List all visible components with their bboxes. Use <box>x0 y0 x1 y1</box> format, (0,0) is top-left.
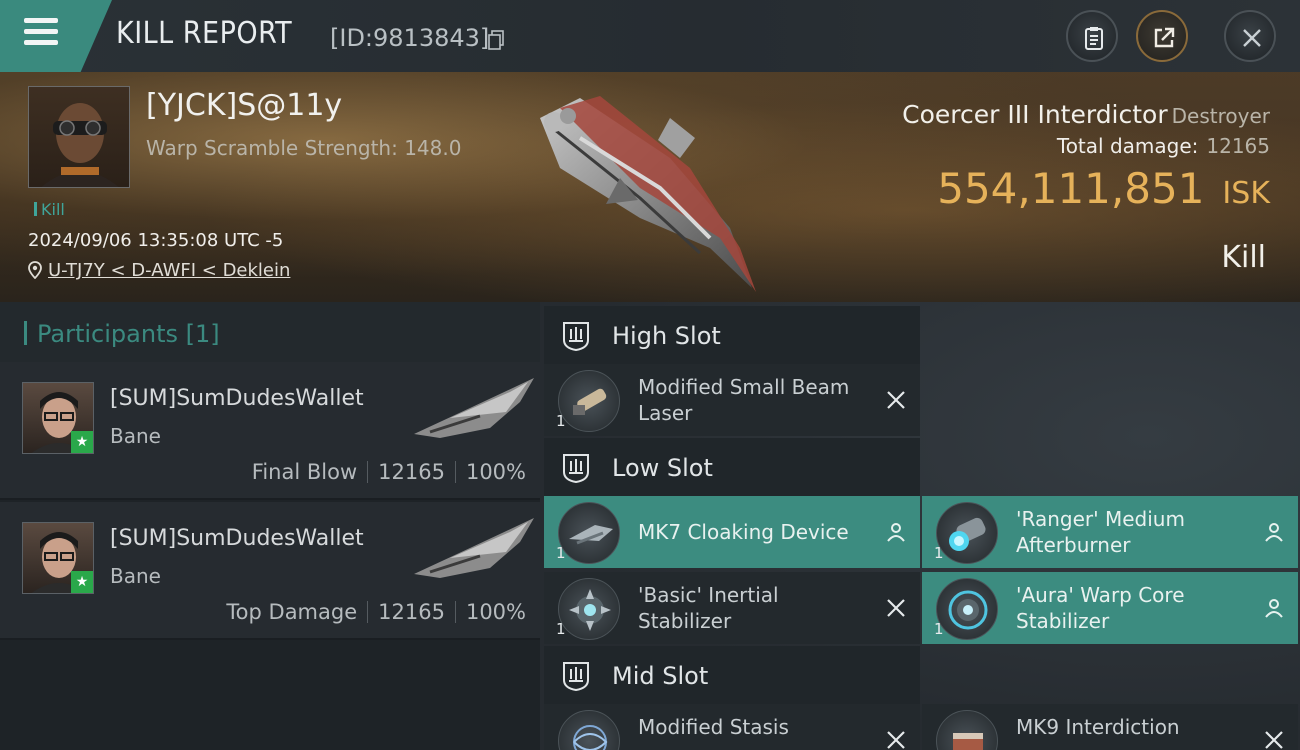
module-item[interactable]: 1 Modified Stasis <box>544 704 920 750</box>
module-name: MK7 Cloaking Device <box>638 520 849 544</box>
module-item[interactable]: 1 MK9 Interdiction <box>922 704 1298 750</box>
total-damage: Total damage: 12165 <box>1056 134 1270 158</box>
participant-ship: Bane <box>110 564 161 588</box>
participant-percent: 100% <box>465 460 526 484</box>
hamburger-menu-icon[interactable] <box>24 18 58 46</box>
star-icon: ★ <box>71 571 93 593</box>
participant-role: Final Blow <box>251 460 358 484</box>
dropped-person-icon <box>1265 523 1283 542</box>
stasis-web-icon <box>558 710 620 750</box>
participant-name: [SUM]SumDudesWallet <box>110 526 364 551</box>
participant-row[interactable]: ★ [SUM]SumDudesWallet Bane Final Blow 121… <box>0 362 540 500</box>
afterburner-icon <box>936 502 998 564</box>
interdiction-icon <box>936 710 998 750</box>
isk-unit: ISK <box>1222 176 1270 211</box>
victim-ship-name[interactable]: Coercer III Interdictor Destroyer <box>902 100 1270 129</box>
participant-name: [SUM]SumDudesWallet <box>110 386 364 411</box>
fittings-panel: High Slot 1 Modified Small Beam Laser Lo… <box>540 302 1300 750</box>
kill-tag: Kill <box>34 200 65 219</box>
warp-scramble-strength: Warp Scramble Strength: 148.0 <box>146 136 462 160</box>
participants-header: Participants [1] <box>0 302 540 362</box>
module-quantity: 1 <box>556 620 566 638</box>
victim-name[interactable]: [YJCK]S@11y <box>146 88 342 123</box>
report-id: [ID:9813843] <box>330 24 490 52</box>
mid-slot-icon <box>563 662 589 692</box>
module-item[interactable]: 1 'Basic' Inertial Stabilizer <box>544 572 920 644</box>
close-button[interactable] <box>1224 10 1276 62</box>
location-link[interactable]: U-TJ7Y < D-AWFI < Deklein <box>48 260 290 281</box>
isk-amount: 554,111,851 <box>937 164 1205 213</box>
module-item[interactable]: 1 'Ranger' Medium Afterburner <box>922 496 1298 568</box>
module-quantity: 1 <box>934 544 944 562</box>
participant-damage: 12165 <box>378 600 445 624</box>
dropped-person-icon <box>887 523 905 542</box>
participants-title: Participants [1] <box>24 320 220 348</box>
participant-ship: Bane <box>110 424 161 448</box>
module-item[interactable]: 1 MK7 Cloaking Device <box>544 496 920 568</box>
high-slot-icon <box>563 322 589 352</box>
star-icon: ★ <box>71 431 93 453</box>
low-slot-header: Low Slot <box>544 438 920 498</box>
participants-panel: Participants [1] ★ [SUM]SumDudesWallet B… <box>0 302 540 750</box>
participant-damage: 12165 <box>378 460 445 484</box>
total-damage-value: 12165 <box>1206 134 1270 158</box>
destroyed-x-icon <box>887 599 905 617</box>
top-bar: KILL REPORT [ID:9813843] <box>0 0 1300 72</box>
kill-datetime: 2024/09/06 13:35:08 UTC -5 <box>28 230 284 251</box>
mid-slot-title: Mid Slot <box>612 662 709 690</box>
high-slot-title: High Slot <box>612 322 721 350</box>
participant-row[interactable]: ★ [SUM]SumDudesWallet Bane Top Damage 121… <box>0 502 540 640</box>
kill-location[interactable]: U-TJ7Y < D-AWFI < Deklein <box>28 260 290 281</box>
participant-ship-image <box>414 378 534 438</box>
low-slot-icon <box>563 454 589 484</box>
clipboard-icon <box>1085 27 1103 50</box>
kill-banner: [YJCK]S@11y Warp Scramble Strength: 148.… <box>0 72 1300 302</box>
mid-slot-header: Mid Slot <box>544 646 920 706</box>
location-pin-icon <box>28 261 42 280</box>
module-item[interactable]: 1 Modified Small Beam Laser <box>544 364 920 436</box>
module-name: Modified Stasis <box>638 715 789 739</box>
participant-portrait[interactable]: ★ <box>22 382 94 454</box>
module-name: 'Aura' Warp Core Stabilizer <box>1016 583 1185 633</box>
participant-stats: Final Blow 12165 100% <box>252 460 526 484</box>
share-icon <box>1154 27 1175 48</box>
kill-result: Kill <box>1221 240 1266 275</box>
isk-value: 554,111,851 ISK <box>937 164 1270 213</box>
low-slot-title: Low Slot <box>612 454 713 482</box>
beam-laser-icon <box>558 370 620 432</box>
module-name: 'Basic' Inertial Stabilizer <box>638 583 779 633</box>
module-quantity: 1 <box>934 620 944 638</box>
participant-portrait[interactable]: ★ <box>22 522 94 594</box>
page-title: KILL REPORT <box>116 16 293 51</box>
module-item[interactable]: 1 'Aura' Warp Core Stabilizer <box>922 572 1298 644</box>
module-quantity: 1 <box>556 412 566 430</box>
destroyed-x-icon <box>887 731 905 749</box>
module-name: Modified Small Beam Laser <box>638 375 850 425</box>
victim-ship-class: Destroyer <box>1171 104 1270 128</box>
inertial-stabilizer-icon <box>558 578 620 640</box>
share-button[interactable] <box>1136 10 1188 62</box>
dropped-person-icon <box>1265 599 1283 618</box>
close-icon <box>1243 29 1261 47</box>
participant-ship-image <box>414 518 534 578</box>
high-slot-header: High Slot <box>544 306 920 366</box>
victim-ship-image[interactable] <box>520 78 770 300</box>
module-name: MK9 Interdiction <box>1016 715 1180 739</box>
report-button[interactable] <box>1066 10 1118 62</box>
participant-role: Top Damage <box>226 600 358 624</box>
victim-portrait[interactable] <box>28 86 130 188</box>
destroyed-x-icon <box>887 391 905 409</box>
warp-core-stabilizer-icon <box>936 578 998 640</box>
module-quantity: 1 <box>556 544 566 562</box>
copy-icon[interactable] <box>488 30 504 50</box>
module-name: 'Ranger' Medium Afterburner <box>1016 507 1185 557</box>
participant-stats: Top Damage 12165 100% <box>226 600 526 624</box>
destroyed-x-icon <box>1265 731 1283 749</box>
participant-percent: 100% <box>465 600 526 624</box>
cloaking-device-icon <box>558 502 620 564</box>
